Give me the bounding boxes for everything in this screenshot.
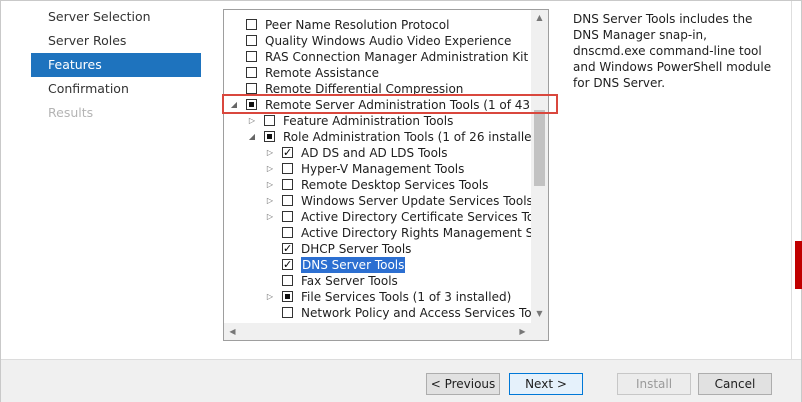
feature-checkbox[interactable] bbox=[264, 115, 275, 126]
expand-icon[interactable]: ▷ bbox=[265, 193, 275, 209]
tree-item-remote-assistance[interactable]: Remote Assistance bbox=[224, 65, 531, 81]
feature-checkbox[interactable] bbox=[282, 163, 293, 174]
cancel-button[interactable]: Cancel bbox=[698, 373, 772, 395]
tree-item-label: Remote Desktop Services Tools bbox=[301, 178, 489, 192]
tree-item-ad-ds-and-ad-lds-tools[interactable]: ▷ AD DS and AD LDS Tools bbox=[224, 145, 531, 161]
expand-icon[interactable]: ▷ bbox=[247, 113, 257, 129]
scroll-right-icon[interactable]: ▶ bbox=[514, 327, 531, 336]
feature-checkbox[interactable] bbox=[246, 51, 257, 62]
tree-item-label: Quality Windows Audio Video Experience bbox=[265, 34, 512, 48]
wizard-footer: < Previous Next > Install Cancel bbox=[1, 359, 801, 402]
tree-item-label: Remote Assistance bbox=[265, 66, 380, 80]
tree-item-label: Windows Server Update Services Tools bbox=[301, 194, 533, 208]
scrollbar-corner bbox=[531, 323, 548, 340]
tree-item-label: File Services Tools (1 of 3 installed) bbox=[301, 290, 512, 304]
expand-icon[interactable]: ▷ bbox=[265, 177, 275, 193]
tree-item-label: Hyper-V Management Tools bbox=[301, 162, 465, 176]
highlight-box bbox=[222, 94, 558, 114]
feature-checkbox[interactable] bbox=[282, 227, 293, 238]
nav-item-server-selection[interactable]: Server Selection bbox=[31, 5, 201, 29]
vertical-scroll-thumb[interactable] bbox=[534, 110, 545, 186]
tree-item-ras-connection-manager-administration-kit-cma[interactable]: RAS Connection Manager Administration Ki… bbox=[224, 49, 548, 65]
wizard-window: Server Selection Server Roles Features Conf… bbox=[0, 0, 802, 402]
feature-checkbox[interactable] bbox=[282, 179, 293, 190]
vertical-scrollbar[interactable]: ▲ ▼ bbox=[531, 10, 548, 324]
tree-item-active-directory-certificate-services-tools[interactable]: ▷ Active Directory Certificate Services T… bbox=[224, 209, 548, 225]
feature-checkbox[interactable] bbox=[282, 211, 293, 222]
feature-checkbox[interactable] bbox=[282, 241, 293, 257]
tree-item-remote-desktop-services-tools[interactable]: ▷ Remote Desktop Services Tools bbox=[224, 177, 531, 193]
tree-item-label: Role Administration Tools (1 of 26 insta… bbox=[283, 130, 544, 144]
expand-icon[interactable]: ▷ bbox=[265, 145, 275, 161]
features-tree[interactable]: Network Policy and Access Services Tools… bbox=[223, 9, 549, 341]
tree-item-dns-server-tools[interactable]: DNS Server Tools bbox=[224, 257, 531, 273]
expand-icon[interactable]: ▷ bbox=[265, 289, 275, 305]
feature-checkbox[interactable] bbox=[282, 307, 293, 318]
tree-item-peer-name-resolution-protocol[interactable]: Peer Name Resolution Protocol bbox=[224, 17, 531, 33]
horizontal-scrollbar[interactable]: ◀ ▶ bbox=[224, 323, 531, 340]
feature-checkbox[interactable] bbox=[246, 35, 257, 46]
tree-item-network-policy-and-access-services-tools[interactable]: Network Policy and Access Services Tools bbox=[224, 305, 548, 321]
nav-item-features[interactable]: Features bbox=[31, 53, 201, 77]
scroll-down-icon[interactable]: ▼ bbox=[531, 309, 548, 318]
tree-item-label: Feature Administration Tools bbox=[283, 114, 454, 128]
tree-item-label: RAS Connection Manager Administration Ki… bbox=[265, 50, 549, 64]
previous-button[interactable]: < Previous bbox=[426, 373, 500, 395]
tree-item-quality-windows-audio-video-experience[interactable]: Quality Windows Audio Video Experience bbox=[224, 33, 531, 49]
feature-checkbox[interactable] bbox=[282, 145, 293, 161]
tree-item-windows-server-update-services-tools[interactable]: ▷ Windows Server Update Services Tools bbox=[224, 193, 533, 209]
tree-item-label: Active Directory Certificate Services To… bbox=[301, 210, 549, 224]
nav-item-results: Results bbox=[48, 105, 94, 120]
tree-item-hyper-v-management-tools[interactable]: ▷ Hyper-V Management Tools bbox=[224, 161, 531, 177]
tree-item-active-directory-rights-management-servic[interactable]: Active Directory Rights Management Servi… bbox=[224, 225, 548, 241]
tree-item-role-administration-tools-1-of-26-installed[interactable]: ◢ Role Administration Tools (1 of 26 inst… bbox=[224, 129, 544, 145]
feature-checkbox[interactable] bbox=[282, 275, 293, 286]
expand-icon[interactable]: ▷ bbox=[265, 161, 275, 177]
tree-item-feature-administration-tools[interactable]: ▷ Feature Administration Tools bbox=[224, 113, 531, 129]
tree-item-label: DHCP Server Tools bbox=[301, 242, 412, 256]
tree-item-dhcp-server-tools[interactable]: DHCP Server Tools bbox=[224, 241, 531, 257]
feature-checkbox[interactable] bbox=[246, 19, 257, 30]
feature-checkbox[interactable] bbox=[264, 131, 275, 142]
feature-checkbox[interactable] bbox=[282, 257, 293, 273]
pane-divider bbox=[791, 1, 792, 359]
tree-item-file-services-tools-1-of-3-installed[interactable]: ▷ File Services Tools (1 of 3 installed) bbox=[224, 289, 531, 305]
feature-description: DNS Server Tools includes the DNS Manage… bbox=[573, 12, 772, 90]
tree-item-label: Peer Name Resolution Protocol bbox=[265, 18, 450, 32]
edge-marker bbox=[795, 241, 802, 289]
tree-item-label: DNS Server Tools bbox=[301, 257, 406, 273]
next-button[interactable]: Next > bbox=[509, 373, 583, 395]
feature-checkbox[interactable] bbox=[282, 195, 293, 206]
nav-item-confirmation[interactable]: Confirmation bbox=[31, 77, 201, 101]
nav-item-server-roles[interactable]: Server Roles bbox=[31, 29, 201, 53]
tree-item-fax-server-tools[interactable]: Fax Server Tools bbox=[224, 273, 531, 289]
collapse-icon[interactable]: ◢ bbox=[247, 129, 257, 145]
tree-item-label: Network Policy and Access Services Tools bbox=[301, 306, 549, 320]
feature-checkbox[interactable] bbox=[282, 291, 293, 302]
tree-item-label: Fax Server Tools bbox=[301, 274, 398, 288]
tree-item-label: Active Directory Rights Management Servi… bbox=[301, 226, 549, 240]
feature-checkbox[interactable] bbox=[246, 83, 257, 94]
scroll-up-icon[interactable]: ▲ bbox=[531, 13, 548, 22]
scroll-left-icon[interactable]: ◀ bbox=[224, 327, 241, 336]
tree-item-label: AD DS and AD LDS Tools bbox=[301, 146, 448, 160]
expand-icon[interactable]: ▷ bbox=[265, 209, 275, 225]
feature-checkbox[interactable] bbox=[246, 67, 257, 78]
install-button[interactable]: Install bbox=[617, 373, 691, 395]
wizard-navigation: Server Selection Server Roles Features Conf… bbox=[1, 1, 211, 359]
